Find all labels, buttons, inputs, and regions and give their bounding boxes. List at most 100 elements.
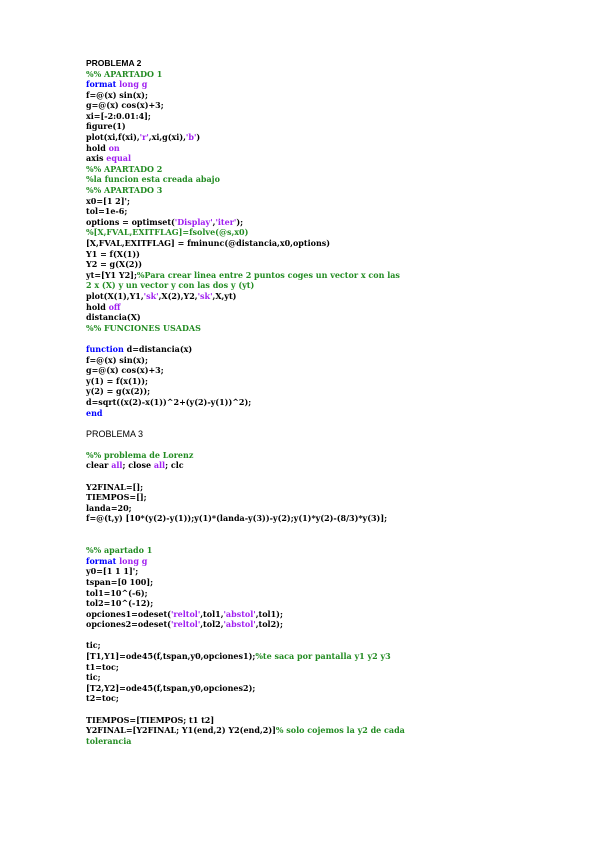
code-line: %% FUNCIONES USADAS [86, 323, 586, 334]
code-line: f=@(t,y) [10*(y(2)-y(1));y(1)*(landa-y(3… [86, 513, 586, 524]
code-string: 'abstol' [223, 619, 256, 630]
code-line: tol2=10^(-12); [86, 598, 586, 609]
code-text: TIEMPOS=[]; [86, 492, 147, 503]
code-line: hold on [86, 143, 586, 154]
code-text: plot(X(1),Y1, [86, 290, 144, 301]
code-text: Y2FINAL=[Y2FINAL; Y1(end,2) Y2(end,2)] [86, 725, 276, 736]
code-text: ); [236, 216, 244, 227]
code-text: ,tol1); [255, 608, 283, 619]
code-line: yt=[Y1 Y2];%Para crear linea entre 2 pun… [86, 270, 586, 281]
code-text: ,tol2); [255, 619, 283, 630]
code-text: ,X,yt) [212, 290, 237, 301]
code-text: distancia(X) [86, 312, 141, 323]
code-text: f=@(t,y) [10*(y(2)-y(1));y(1)*(landa-y(3… [86, 513, 388, 524]
code-line: xi=[-2:0.01:4]; [86, 111, 586, 122]
code-keyword: end [86, 407, 103, 418]
code-line: end [86, 408, 586, 419]
code-text: g=@(x) cos(x)+3; [86, 365, 164, 376]
code-line: %% APARTADO 2 [86, 164, 586, 175]
code-line: TIEMPOS=[TIEMPOS; t1 t2] [86, 715, 586, 726]
code-line: tol=1e-6; [86, 206, 586, 217]
code-text: ; clc [165, 460, 184, 471]
code-line: Y2FINAL=[]; [86, 482, 586, 493]
code-line: %% APARTADO 1 [86, 69, 586, 80]
code-comment: %[X,FVAL,EXITFLAG]=fsolve(@s,x0) [86, 227, 249, 238]
code-string: 'r' [139, 132, 149, 143]
section-problema-3: PROBLEMA 3 %% problema de Lorenz clear al… [86, 429, 586, 747]
code-text: d=distancia(x) [126, 343, 193, 354]
code-line: figure(1) [86, 121, 586, 132]
code-line: 2 x (X) y un vector y con las dos y (yt) [86, 280, 586, 291]
code-string: 'b' [185, 132, 197, 143]
code-line: format long g [86, 79, 586, 90]
document-page: PROBLEMA 2 %% APARTADO 1 format long g f=@… [0, 0, 599, 848]
code-comment: %% APARTADO 3 [86, 185, 163, 196]
code-comment: %la funcion esta creada abajo [86, 174, 220, 185]
code-string: 'iter' [215, 216, 237, 227]
code-line: tol1=10^(-6); [86, 588, 586, 599]
code-line: f=@(x) sin(x); [86, 355, 586, 366]
code-text: d=sqrt((x(2)-x(1))^2+(y(2)-y(1))^2); [86, 396, 252, 407]
code-line: %% APARTADO 3 [86, 185, 586, 196]
code-text: Y2 = g(X(2)) [86, 259, 143, 270]
code-line: g=@(x) cos(x)+3; [86, 100, 586, 111]
code-line: y0=[1 1 1]'; [86, 566, 586, 577]
section-heading: PROBLEMA 2 [86, 58, 142, 68]
code-text: [T1,Y1]=ode45(f,tspan,y0,opciones1); [86, 651, 256, 662]
code-line: plot(xi,f(xi),'r',xi,g(xi),'b') [86, 132, 586, 143]
code-text: tspan=[0 100]; [86, 576, 154, 587]
section-problema-2: PROBLEMA 2 %% APARTADO 1 format long g f=@… [86, 58, 586, 429]
code-line: [T2,Y2]=ode45(f,tspan,y0,opciones2); [86, 683, 586, 694]
code-text: f=@(x) sin(x); [86, 354, 148, 365]
code-text: opciones2=odeset( [86, 619, 171, 630]
code-line: %% problema de Lorenz [86, 450, 586, 461]
code-text: y(1) = f(x(1)); [86, 375, 148, 386]
code-string: off [108, 301, 121, 312]
code-line: landa=20; [86, 503, 586, 514]
code-text: yt=[Y1 Y2]; [86, 269, 137, 280]
code-text: t1=toc; [86, 661, 119, 672]
code-text: [T2,Y2]=ode45(f,tspan,y0,opciones2); [86, 682, 256, 693]
code-text: [X,FVAL,EXITFLAG] = fminunc(@distancia,x… [86, 238, 331, 248]
code-comment: %% problema de Lorenz [86, 449, 194, 460]
code-line: format long g [86, 556, 586, 567]
code-line: axis equal [86, 153, 586, 164]
code-line: distancia(X) [86, 312, 586, 323]
code-line: g=@(x) cos(x)+3; [86, 365, 586, 376]
document-content: PROBLEMA 2 %% APARTADO 1 format long g f=@… [86, 58, 586, 746]
code-line: %[X,FVAL,EXITFLAG]=fsolve(@s,x0) [86, 227, 586, 238]
code-line: tic; [86, 640, 586, 651]
code-line: function d=distancia(x) [86, 344, 586, 355]
code-text: tol=1e-6; [86, 206, 128, 217]
code-text: clear [86, 460, 112, 471]
code-text: Y1 = f(X(1)) [86, 248, 140, 259]
code-line: t2=toc; [86, 693, 586, 704]
code-text: ,xi,g(xi), [148, 132, 186, 143]
code-string: 'abstol' [223, 608, 256, 619]
code-line: tspan=[0 100]; [86, 577, 586, 588]
code-text: ,X(2),Y2, [158, 290, 198, 301]
code-text: options = optimset( [86, 216, 175, 227]
code-text: xi=[-2:0.01:4]; [86, 110, 151, 121]
code-keyword: function [86, 343, 127, 354]
code-string: 'reltol' [170, 619, 201, 630]
code-block: %% problema de Lorenz clear all; close al… [86, 439, 586, 746]
code-line: [T1,Y1]=ode45(f,tspan,y0,opciones1);%te … [86, 651, 586, 662]
code-line: clear all; close all; clc [86, 460, 586, 471]
code-text: ,tol2, [200, 619, 224, 630]
code-text: hold [86, 142, 109, 153]
code-block: %% APARTADO 1 format long g f=@(x) sin(x);… [86, 69, 586, 429]
code-line: opciones2=odeset('reltol',tol2,'abstol',… [86, 619, 586, 630]
code-comment: %% APARTADO 2 [86, 163, 163, 174]
code-comment: 2 x (X) y un vector y con las dos y (yt) [86, 280, 255, 291]
code-line: tolerancia [86, 736, 586, 747]
section-heading: PROBLEMA 3 [86, 428, 144, 439]
code-comment: %Para crear linea entre 2 puntos coges u… [136, 269, 400, 280]
code-text: g=@(x) cos(x)+3; [86, 100, 164, 111]
code-comment: %% FUNCIONES USADAS [86, 322, 201, 333]
